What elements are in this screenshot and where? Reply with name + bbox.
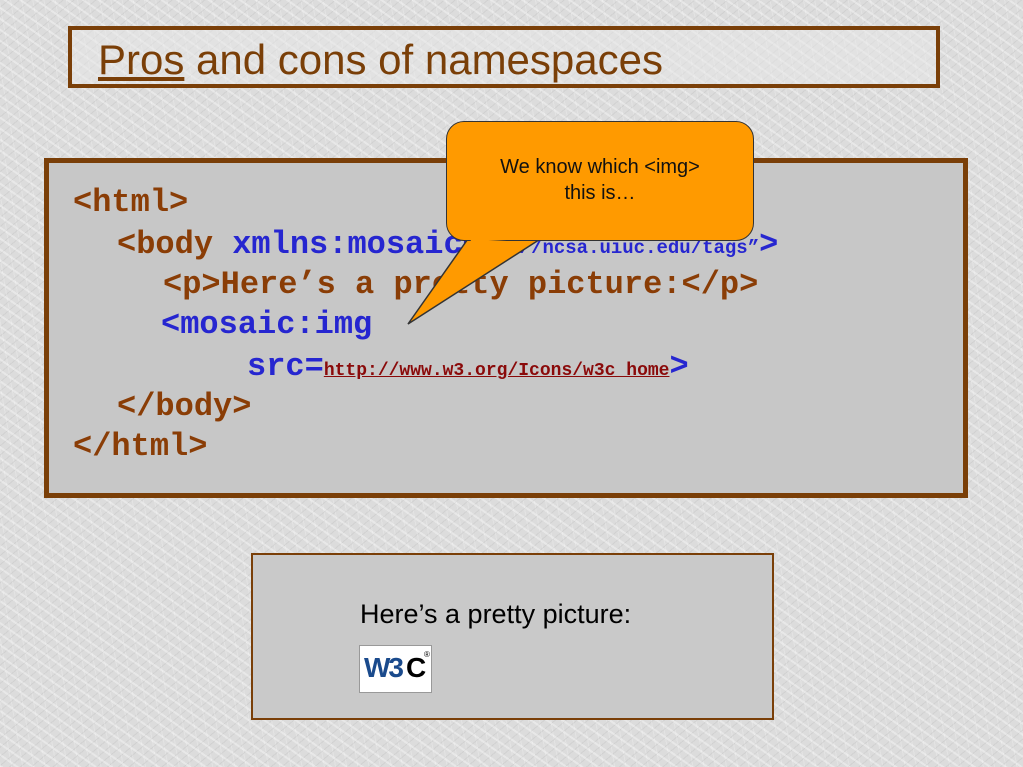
src-url-link[interactable]: http://www.w3.org/Icons/w3c_home — [324, 361, 670, 381]
callout-line-1: We know which <img> — [500, 156, 700, 178]
logo-w3: W3 — [364, 652, 404, 683]
callout-line-2: this is… — [564, 182, 636, 204]
title-frame: Pros and cons of namespaces — [68, 26, 940, 88]
code-line-mosaic-img: <mosaic:img — [161, 306, 373, 343]
title-rest: and cons of namespaces — [184, 36, 663, 83]
preview-text: Here’s a pretty picture: — [360, 599, 632, 629]
code-line-html-close: </html> — [73, 428, 208, 465]
title-prefix-link[interactable]: Pros — [98, 36, 184, 83]
src-attr: src= — [247, 348, 324, 385]
code-line-paragraph: <p>Here’s a pretty picture:</p> — [163, 266, 759, 303]
code-line-html-open: <html> — [73, 184, 189, 221]
w3c-logo-icon: W3 C ® — [359, 645, 432, 693]
src-tag-end: > — [669, 348, 689, 385]
xmlns-attr: xmlns:mosaic — [232, 226, 463, 263]
code-line-src: src=http://www.w3.org/Icons/w3c_home> — [247, 347, 689, 391]
slide-title: Pros and cons of namespaces — [98, 36, 663, 84]
body-tag: <body — [117, 226, 233, 263]
code-line-body-close: </body> — [117, 388, 252, 425]
rendered-preview-box: Here’s a pretty picture: W3 C ® — [251, 553, 774, 720]
body-tag-end: > — [759, 226, 779, 263]
logo-registered-icon: ® — [424, 650, 430, 659]
callout-bubble: We know which <img> this is… — [446, 121, 754, 241]
